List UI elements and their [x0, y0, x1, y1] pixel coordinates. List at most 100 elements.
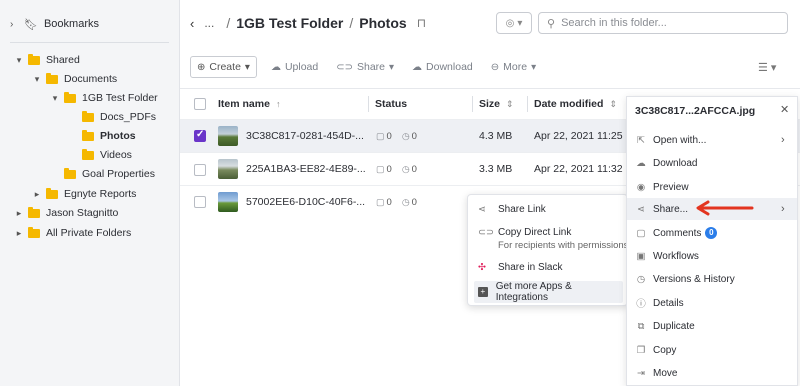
download-item[interactable]: ☁ Download: [627, 152, 797, 174]
menu-item-sublabel: For recipients with permissions: [498, 240, 629, 251]
tree-item-docs-pdfs[interactable]: Docs_PDFs: [68, 108, 156, 126]
versions-history-item[interactable]: ◷ Versions & History: [627, 268, 797, 290]
close-icon[interactable]: ✕: [780, 103, 789, 116]
more-circle-icon: ⊖: [490, 61, 500, 73]
col-date-modified[interactable]: Date modified ⇕: [534, 96, 617, 112]
annotation-arrow: [696, 200, 754, 216]
chevron-right-icon[interactable]: ▸: [14, 228, 24, 239]
move-icon: ⇥: [637, 367, 645, 379]
breadcrumb-ellipsis[interactable]: ...: [204, 16, 214, 30]
details-item[interactable]: ⓘ Details: [627, 292, 797, 314]
copy-item[interactable]: ❐ Copy: [627, 339, 797, 361]
chevron-down-icon: ▾: [244, 61, 250, 73]
file-name[interactable]: 3C38C817-0281-454D-...: [246, 130, 364, 142]
more-button[interactable]: ⊖ More ▾: [491, 56, 536, 78]
tree-item-label: Videos: [100, 149, 132, 161]
tree-item-documents[interactable]: ▾ Documents: [32, 70, 117, 88]
open-with-item[interactable]: ⇱ Open with... ›: [627, 129, 797, 151]
menu-item-label: Open with...: [653, 134, 707, 146]
search-box[interactable]: ⚲: [538, 12, 788, 34]
comment-icon: ▢: [376, 197, 385, 207]
tree-item-1gb-test-folder[interactable]: ▾ 1GB Test Folder: [50, 89, 158, 107]
row-checkbox[interactable]: [194, 129, 206, 142]
image-thumbnail[interactable]: [218, 159, 238, 179]
tree-item-photos[interactable]: Photos: [68, 127, 136, 145]
search-input[interactable]: [561, 17, 772, 29]
chevron-right-icon: ›: [781, 203, 785, 215]
file-name[interactable]: 225A1BA3-EE82-4E89-...: [246, 163, 366, 175]
folder-icon: [82, 148, 94, 160]
file-name[interactable]: 57002EE6-D10C-40F6-...: [246, 196, 365, 208]
chevron-right-icon[interactable]: ▸: [14, 208, 24, 219]
file-date: Apr 22, 2021 11:25 ...: [534, 130, 635, 142]
version-count: 0: [411, 131, 417, 142]
breadcrumb-parent[interactable]: 1GB Test Folder: [236, 15, 343, 31]
copy-direct-link-item[interactable]: ⊂⊃ Copy Direct Link For recipients with …: [468, 227, 629, 251]
bookmark-toggle-icon[interactable]: ⊓: [417, 16, 426, 30]
chevron-down-icon: ▾: [389, 61, 395, 73]
col-size[interactable]: Size ⇕: [479, 96, 514, 112]
chevron-down-icon[interactable]: ▾: [32, 74, 42, 85]
tree-item-goal-properties[interactable]: Goal Properties: [50, 165, 155, 183]
move-item[interactable]: ⇥ Move: [627, 362, 797, 384]
preview-item[interactable]: ◉ Preview: [627, 176, 797, 198]
menu-item-label: Preview: [653, 181, 689, 193]
tree-item-jason-stagnitto[interactable]: ▸ Jason Stagnitto: [14, 204, 118, 222]
file-date: Apr 22, 2021 11:32 ...: [534, 163, 635, 175]
view-filter-dropdown[interactable]: ◎ ▾: [496, 12, 532, 34]
duplicate-icon: ⧉: [637, 320, 645, 332]
clock-icon: ◷: [401, 164, 410, 174]
upload-label: Upload: [284, 61, 319, 73]
row-checkbox[interactable]: [194, 196, 206, 208]
share-icon: ⋖: [637, 203, 645, 215]
comments-item[interactable]: ▢ Comments 0: [627, 222, 797, 244]
download-button[interactable]: ☁ Download: [412, 56, 473, 78]
sidebar: › 🔖︎ Bookmarks ▾ Shared ▾ Documents ▾ 1G…: [0, 0, 180, 386]
row-checkbox[interactable]: [194, 164, 206, 176]
chevron-down-icon[interactable]: ▾: [14, 55, 24, 66]
toolbar: ⊕ Create ▾ ☁ Upload ⊂⊃ Share ▾ ☁ Downloa…: [190, 56, 554, 78]
select-all-checkbox[interactable]: [194, 98, 206, 110]
chevron-right-icon: ›: [781, 134, 785, 146]
bookmarks-label: Bookmarks: [43, 18, 99, 30]
tree-item-all-private-folders[interactable]: ▸ All Private Folders: [14, 224, 131, 242]
folder-icon: [46, 187, 58, 199]
share-button[interactable]: ⊂⊃ Share ▾: [336, 56, 394, 78]
tree-item-shared[interactable]: ▾ Shared: [14, 51, 80, 69]
page-title: Photos: [359, 15, 407, 31]
list-view-toggle-icon[interactable]: ☰ ▾: [758, 61, 776, 74]
bookmarks-item[interactable]: › 🔖︎ Bookmarks: [10, 16, 99, 32]
tree-item-videos[interactable]: Videos: [68, 146, 132, 164]
tree-item-egnyte-reports[interactable]: ▸ Egnyte Reports: [32, 185, 136, 203]
back-arrow-icon[interactable]: ‹: [190, 16, 194, 31]
file-size: 4.3 MB: [479, 130, 513, 142]
menu-item-label: Copy Direct Link: [498, 227, 572, 238]
col-label: Date modified: [534, 98, 604, 110]
info-icon: ⓘ: [636, 299, 646, 310]
history-icon: ◷: [636, 273, 646, 285]
workflows-item[interactable]: ▣ Workflows: [627, 245, 797, 267]
status-cell: ▢ 0 ◷ 0: [376, 131, 417, 142]
get-more-apps-item[interactable]: + Get more Apps & Integrations: [474, 281, 623, 303]
comment-count: 0: [386, 197, 392, 208]
copy-icon: ❐: [636, 344, 646, 356]
link-icon: ⊂⊃: [336, 61, 353, 73]
duplicate-item[interactable]: ⧉ Duplicate: [627, 315, 797, 337]
share-in-slack-item[interactable]: ✣ Share in Slack: [468, 262, 629, 273]
create-label: Create: [209, 61, 241, 73]
col-status[interactable]: Status: [375, 96, 407, 112]
create-button[interactable]: ⊕ Create ▾: [190, 56, 257, 78]
image-thumbnail[interactable]: [218, 192, 238, 212]
folder-icon: [82, 129, 94, 141]
col-item-name[interactable]: Item name ↑: [218, 96, 280, 112]
column-divider: [472, 96, 473, 112]
image-thumbnail[interactable]: [218, 126, 238, 146]
breadcrumb: ‹ ... / 1GB Test Folder / Photos ⊓: [190, 13, 426, 33]
chevron-down-icon: ▾: [531, 61, 537, 73]
chevron-down-icon[interactable]: ▾: [50, 93, 60, 104]
more-label: More: [503, 61, 528, 73]
upload-button[interactable]: ☁ Upload: [271, 56, 318, 78]
share-link-item[interactable]: ⋖ Share Link: [468, 204, 629, 215]
eye-icon: ◉: [636, 181, 646, 193]
chevron-right-icon[interactable]: ▸: [32, 189, 42, 200]
